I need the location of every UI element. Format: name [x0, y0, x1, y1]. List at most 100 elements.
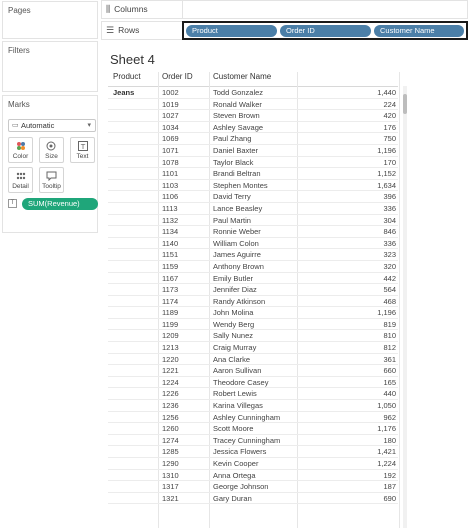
table-row[interactable]: 1078 Taylor Black 170 [108, 157, 398, 169]
chevron-down-icon: ▾ [87, 122, 91, 129]
customer-name-cell: Robert Lewis [213, 389, 257, 399]
order-id-cell: 1167 [162, 273, 179, 283]
order-id-cell: 1103 [162, 180, 179, 190]
table-row[interactable]: 1071 Daniel Baxter 1,196 [108, 145, 398, 157]
table-row[interactable]: 1027 Steven Brown 420 [108, 110, 398, 122]
order-id-cell: 1134 [162, 227, 179, 237]
detail-button[interactable]: Detail [8, 167, 33, 193]
rows-label-wrap: ☰ Rows [106, 22, 139, 39]
header-product[interactable]: Product [113, 72, 141, 81]
pages-card[interactable]: Pages [2, 1, 98, 39]
tooltip-button[interactable]: Tooltip [39, 167, 64, 193]
order-id-cell: 1069 [162, 134, 179, 144]
text-button[interactable]: T Text [70, 137, 95, 163]
table-row[interactable]: 1019 Ronald Walker 224 [108, 99, 398, 111]
table-row[interactable]: 1274 Tracey Cunningham 180 [108, 435, 398, 447]
order-id-cell: 1173 [162, 285, 179, 295]
revenue-cell: 442 [383, 273, 396, 283]
table-row[interactable]: 1103 Stephen Montes 1,634 [108, 180, 398, 192]
customer-name-cell: Theodore Casey [213, 377, 269, 387]
table-row[interactable]: 1106 David Terry 396 [108, 191, 398, 203]
color-label: Color [12, 153, 29, 160]
rows-label: Rows [118, 25, 140, 35]
columns-shelf[interactable]: ⫼ Columns [101, 0, 468, 19]
scrollbar-thumb[interactable] [403, 94, 407, 114]
customer-name-cell: Jessica Flowers [213, 447, 267, 457]
customer-name-cell: Lance Beasley [213, 203, 263, 213]
table-row[interactable]: 1226 Robert Lewis 440 [108, 388, 398, 401]
table-row[interactable]: 1002 Todd Gonzalez 1,440 [108, 87, 398, 99]
customer-name-cell: Gary Duran [213, 493, 252, 503]
table-row[interactable]: 1199 Wendy Berg 819 [108, 319, 398, 331]
order-id-cell: 1221 [162, 366, 179, 376]
table-row[interactable]: 1140 William Colon 336 [108, 238, 398, 250]
order-id-cell: 1078 [162, 157, 179, 167]
order-id-cell: 1236 [162, 401, 179, 411]
table-row[interactable]: 1321 Gary Duran 690 [108, 493, 398, 505]
detail-label: Detail [12, 183, 29, 190]
table-row[interactable]: 1173 Jennifer Diaz 564 [108, 284, 398, 296]
table-row[interactable]: 1236 Karina Villegas 1,050 [108, 400, 398, 412]
order-id-cell: 1174 [162, 296, 179, 306]
order-id-cell: 1220 [162, 354, 179, 364]
customer-name-cell: Steven Brown [213, 111, 260, 121]
table-row[interactable]: 1220 Ana Clarke 361 [108, 354, 398, 366]
table-row[interactable]: 1256 Ashley Cunningham 962 [108, 412, 398, 424]
color-icon [9, 141, 32, 153]
revenue-cell: 1,224 [377, 459, 396, 468]
table-row[interactable]: 1209 Sally Nunez 810 [108, 330, 398, 343]
vertical-scrollbar[interactable] [403, 86, 407, 528]
table-row[interactable]: 1101 Brandi Beltran 1,152 [108, 168, 398, 180]
size-button[interactable]: Size [39, 137, 64, 163]
header-customer-name[interactable]: Customer Name [213, 72, 271, 81]
order-id-cell: 1019 [162, 99, 179, 109]
table-row[interactable]: 1189 John Molina 1,196 [108, 307, 398, 319]
order-id-cell: 1226 [162, 389, 179, 399]
customer-name-cell: Paul Martin [213, 215, 251, 225]
table-row[interactable]: 1285 Jessica Flowers 1,421 [108, 446, 398, 458]
customer-name-cell: George Johnson [213, 482, 269, 492]
filters-card[interactable]: Filters [2, 41, 98, 92]
table-row[interactable]: 1134 Ronnie Weber 846 [108, 226, 398, 238]
revenue-cell: 1,440 [377, 88, 396, 97]
table-row[interactable]: 1159 Anthony Brown 320 [108, 261, 398, 273]
color-button[interactable]: Color [8, 137, 33, 163]
order-id-pill[interactable]: Order ID [280, 25, 371, 37]
table-row[interactable]: 1290 Kevin Cooper 1,224 [108, 458, 398, 470]
marks-field-row: T SUM(Revenue) [8, 198, 98, 210]
table-row[interactable]: 1151 James Aguirre 323 [108, 249, 398, 261]
table-row[interactable]: 1174 Randy Atkinson 468 [108, 296, 398, 308]
product-pill[interactable]: Product [186, 25, 277, 37]
customer-name-cell: Anthony Brown [213, 261, 264, 271]
rows-shelf[interactable]: ☰ Rows Product Order ID Customer Name [101, 21, 468, 40]
customer-name-pill[interactable]: Customer Name [374, 25, 464, 37]
table-row[interactable]: 1221 Aaron Sullivan 660 [108, 365, 398, 377]
table-row[interactable]: 1167 Emily Butler 442 [108, 273, 398, 285]
revenue-cell: 1,176 [377, 424, 396, 434]
table-row[interactable]: 1113 Lance Beasley 336 [108, 203, 398, 215]
revenue-cell: 165 [383, 377, 396, 387]
order-id-cell: 1071 [162, 145, 179, 155]
table-row[interactable]: 1317 George Johnson 187 [108, 481, 398, 493]
table-row[interactable]: 1310 Anna Ortega 192 [108, 470, 398, 482]
sum-revenue-pill[interactable]: SUM(Revenue) [22, 198, 98, 210]
rows-pill-container[interactable]: Product Order ID Customer Name [182, 21, 468, 40]
table-row[interactable]: 1224 Theodore Casey 165 [108, 377, 398, 389]
header-order-id[interactable]: Order ID [162, 72, 193, 81]
customer-name-cell: Jennifer Diaz [213, 285, 257, 295]
table-row[interactable]: 1132 Paul Martin 304 [108, 215, 398, 227]
revenue-cell: 420 [383, 111, 396, 121]
revenue-cell: 180 [383, 435, 396, 445]
revenue-cell: 336 [383, 203, 396, 213]
revenue-cell: 361 [383, 354, 396, 364]
table-row[interactable]: 1034 Ashley Savage 176 [108, 122, 398, 134]
table-row[interactable]: 1213 Craig Murray 812 [108, 342, 398, 354]
mark-type-dropdown[interactable]: ▭ Automatic ▾ [8, 119, 96, 132]
table-row[interactable]: 1069 Paul Zhang 750 [108, 133, 398, 145]
svg-text:T: T [79, 143, 85, 151]
revenue-cell: 224 [383, 99, 396, 109]
customer-name-cell: Ronald Walker [213, 99, 262, 109]
table-row[interactable]: 1260 Scott Moore 1,176 [108, 423, 398, 435]
tooltip-icon [40, 171, 63, 183]
order-id-cell: 1034 [162, 122, 179, 132]
